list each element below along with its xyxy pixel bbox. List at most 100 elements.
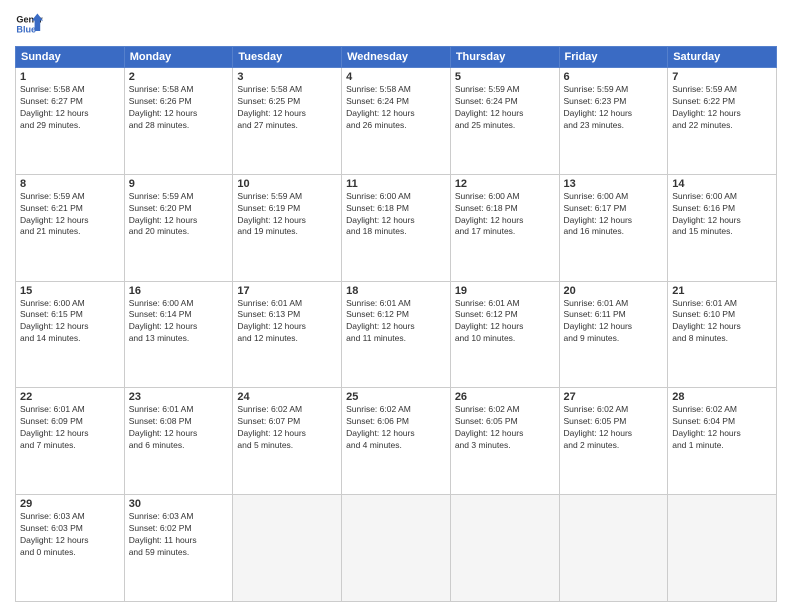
col-header-wednesday: Wednesday	[342, 47, 451, 68]
day-info: Sunrise: 5:58 AM Sunset: 6:27 PM Dayligh…	[20, 84, 120, 132]
day-info: Sunrise: 6:02 AM Sunset: 6:05 PM Dayligh…	[564, 404, 664, 452]
day-cell: 4Sunrise: 5:58 AM Sunset: 6:24 PM Daylig…	[342, 68, 451, 175]
day-number: 27	[564, 391, 664, 403]
day-info: Sunrise: 6:01 AM Sunset: 6:11 PM Dayligh…	[564, 298, 664, 346]
day-cell: 29Sunrise: 6:03 AM Sunset: 6:03 PM Dayli…	[16, 495, 125, 602]
day-cell	[450, 495, 559, 602]
day-number: 14	[672, 178, 772, 190]
day-cell: 6Sunrise: 5:59 AM Sunset: 6:23 PM Daylig…	[559, 68, 668, 175]
day-number: 7	[672, 71, 772, 83]
day-cell: 11Sunrise: 6:00 AM Sunset: 6:18 PM Dayli…	[342, 174, 451, 281]
day-number: 28	[672, 391, 772, 403]
week-row-4: 22Sunrise: 6:01 AM Sunset: 6:09 PM Dayli…	[16, 388, 777, 495]
svg-text:Blue: Blue	[16, 24, 36, 34]
day-number: 15	[20, 285, 120, 297]
day-info: Sunrise: 6:00 AM Sunset: 6:15 PM Dayligh…	[20, 298, 120, 346]
col-header-monday: Monday	[124, 47, 233, 68]
day-info: Sunrise: 5:59 AM Sunset: 6:19 PM Dayligh…	[237, 191, 337, 239]
week-row-3: 15Sunrise: 6:00 AM Sunset: 6:15 PM Dayli…	[16, 281, 777, 388]
day-number: 2	[129, 71, 229, 83]
day-info: Sunrise: 6:02 AM Sunset: 6:05 PM Dayligh…	[455, 404, 555, 452]
day-info: Sunrise: 5:58 AM Sunset: 6:26 PM Dayligh…	[129, 84, 229, 132]
day-cell	[559, 495, 668, 602]
day-number: 22	[20, 391, 120, 403]
day-number: 11	[346, 178, 446, 190]
day-cell	[668, 495, 777, 602]
day-cell: 26Sunrise: 6:02 AM Sunset: 6:05 PM Dayli…	[450, 388, 559, 495]
day-number: 6	[564, 71, 664, 83]
day-cell: 14Sunrise: 6:00 AM Sunset: 6:16 PM Dayli…	[668, 174, 777, 281]
day-cell: 2Sunrise: 5:58 AM Sunset: 6:26 PM Daylig…	[124, 68, 233, 175]
day-cell: 7Sunrise: 5:59 AM Sunset: 6:22 PM Daylig…	[668, 68, 777, 175]
day-cell: 27Sunrise: 6:02 AM Sunset: 6:05 PM Dayli…	[559, 388, 668, 495]
calendar-table: SundayMondayTuesdayWednesdayThursdayFrid…	[15, 46, 777, 602]
day-cell: 28Sunrise: 6:02 AM Sunset: 6:04 PM Dayli…	[668, 388, 777, 495]
day-number: 4	[346, 71, 446, 83]
day-cell: 25Sunrise: 6:02 AM Sunset: 6:06 PM Dayli…	[342, 388, 451, 495]
day-number: 5	[455, 71, 555, 83]
day-info: Sunrise: 6:00 AM Sunset: 6:18 PM Dayligh…	[455, 191, 555, 239]
day-number: 10	[237, 178, 337, 190]
header: General Blue	[15, 10, 777, 38]
day-info: Sunrise: 6:03 AM Sunset: 6:02 PM Dayligh…	[129, 511, 229, 559]
day-info: Sunrise: 5:59 AM Sunset: 6:24 PM Dayligh…	[455, 84, 555, 132]
day-number: 3	[237, 71, 337, 83]
day-info: Sunrise: 6:01 AM Sunset: 6:13 PM Dayligh…	[237, 298, 337, 346]
week-row-5: 29Sunrise: 6:03 AM Sunset: 6:03 PM Dayli…	[16, 495, 777, 602]
col-header-saturday: Saturday	[668, 47, 777, 68]
day-cell: 19Sunrise: 6:01 AM Sunset: 6:12 PM Dayli…	[450, 281, 559, 388]
day-number: 12	[455, 178, 555, 190]
day-cell	[342, 495, 451, 602]
day-info: Sunrise: 6:03 AM Sunset: 6:03 PM Dayligh…	[20, 511, 120, 559]
day-cell: 12Sunrise: 6:00 AM Sunset: 6:18 PM Dayli…	[450, 174, 559, 281]
day-cell: 18Sunrise: 6:01 AM Sunset: 6:12 PM Dayli…	[342, 281, 451, 388]
day-number: 18	[346, 285, 446, 297]
day-info: Sunrise: 6:00 AM Sunset: 6:17 PM Dayligh…	[564, 191, 664, 239]
day-cell: 5Sunrise: 5:59 AM Sunset: 6:24 PM Daylig…	[450, 68, 559, 175]
calendar-header-row: SundayMondayTuesdayWednesdayThursdayFrid…	[16, 47, 777, 68]
day-cell: 21Sunrise: 6:01 AM Sunset: 6:10 PM Dayli…	[668, 281, 777, 388]
day-info: Sunrise: 6:01 AM Sunset: 6:12 PM Dayligh…	[455, 298, 555, 346]
day-number: 24	[237, 391, 337, 403]
day-info: Sunrise: 5:59 AM Sunset: 6:22 PM Dayligh…	[672, 84, 772, 132]
day-info: Sunrise: 6:01 AM Sunset: 6:08 PM Dayligh…	[129, 404, 229, 452]
day-cell: 8Sunrise: 5:59 AM Sunset: 6:21 PM Daylig…	[16, 174, 125, 281]
day-number: 23	[129, 391, 229, 403]
logo: General Blue	[15, 10, 47, 38]
day-cell: 17Sunrise: 6:01 AM Sunset: 6:13 PM Dayli…	[233, 281, 342, 388]
col-header-thursday: Thursday	[450, 47, 559, 68]
day-cell: 1Sunrise: 5:58 AM Sunset: 6:27 PM Daylig…	[16, 68, 125, 175]
day-cell	[233, 495, 342, 602]
col-header-tuesday: Tuesday	[233, 47, 342, 68]
day-cell: 9Sunrise: 5:59 AM Sunset: 6:20 PM Daylig…	[124, 174, 233, 281]
week-row-1: 1Sunrise: 5:58 AM Sunset: 6:27 PM Daylig…	[16, 68, 777, 175]
day-number: 19	[455, 285, 555, 297]
day-number: 26	[455, 391, 555, 403]
day-number: 8	[20, 178, 120, 190]
day-cell: 15Sunrise: 6:00 AM Sunset: 6:15 PM Dayli…	[16, 281, 125, 388]
day-number: 29	[20, 498, 120, 510]
day-cell: 10Sunrise: 5:59 AM Sunset: 6:19 PM Dayli…	[233, 174, 342, 281]
day-number: 17	[237, 285, 337, 297]
day-info: Sunrise: 6:01 AM Sunset: 6:09 PM Dayligh…	[20, 404, 120, 452]
day-number: 21	[672, 285, 772, 297]
day-cell: 3Sunrise: 5:58 AM Sunset: 6:25 PM Daylig…	[233, 68, 342, 175]
day-number: 1	[20, 71, 120, 83]
day-cell: 16Sunrise: 6:00 AM Sunset: 6:14 PM Dayli…	[124, 281, 233, 388]
day-number: 9	[129, 178, 229, 190]
day-number: 13	[564, 178, 664, 190]
day-info: Sunrise: 5:58 AM Sunset: 6:25 PM Dayligh…	[237, 84, 337, 132]
day-cell: 13Sunrise: 6:00 AM Sunset: 6:17 PM Dayli…	[559, 174, 668, 281]
day-info: Sunrise: 6:01 AM Sunset: 6:10 PM Dayligh…	[672, 298, 772, 346]
day-info: Sunrise: 5:58 AM Sunset: 6:24 PM Dayligh…	[346, 84, 446, 132]
day-info: Sunrise: 6:00 AM Sunset: 6:16 PM Dayligh…	[672, 191, 772, 239]
day-info: Sunrise: 6:02 AM Sunset: 6:06 PM Dayligh…	[346, 404, 446, 452]
day-info: Sunrise: 5:59 AM Sunset: 6:21 PM Dayligh…	[20, 191, 120, 239]
day-cell: 30Sunrise: 6:03 AM Sunset: 6:02 PM Dayli…	[124, 495, 233, 602]
col-header-sunday: Sunday	[16, 47, 125, 68]
day-info: Sunrise: 6:00 AM Sunset: 6:14 PM Dayligh…	[129, 298, 229, 346]
day-info: Sunrise: 5:59 AM Sunset: 6:23 PM Dayligh…	[564, 84, 664, 132]
day-info: Sunrise: 6:01 AM Sunset: 6:12 PM Dayligh…	[346, 298, 446, 346]
day-info: Sunrise: 5:59 AM Sunset: 6:20 PM Dayligh…	[129, 191, 229, 239]
week-row-2: 8Sunrise: 5:59 AM Sunset: 6:21 PM Daylig…	[16, 174, 777, 281]
